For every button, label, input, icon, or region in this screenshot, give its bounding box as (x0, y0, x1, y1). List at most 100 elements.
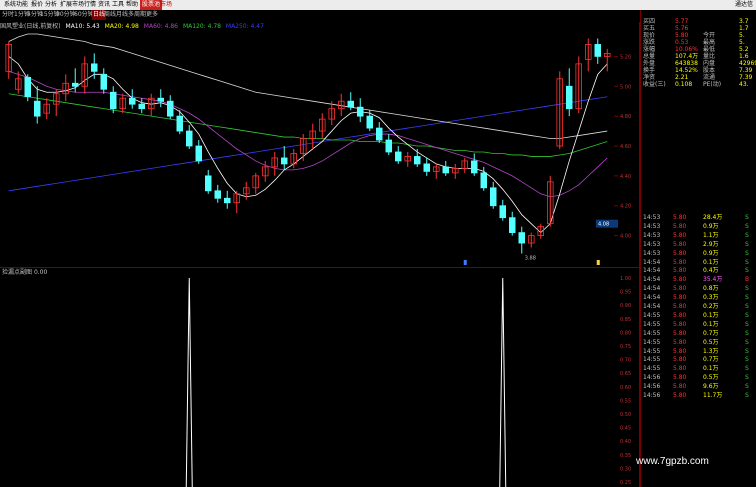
quote-value-2: 43. (739, 81, 749, 88)
candle[interactable] (195, 145, 202, 162)
candle[interactable] (394, 151, 402, 162)
candle[interactable] (594, 44, 602, 57)
ma60-label: MA120: 4.78 (182, 23, 221, 30)
candle[interactable] (347, 100, 354, 108)
tick-time: 14:54 (643, 276, 661, 284)
tick-price: 5.80 (673, 214, 687, 221)
candle[interactable] (157, 97, 164, 102)
quote-value: 5.76 (675, 25, 689, 32)
candle[interactable] (110, 91, 117, 110)
quote-value: 0.53 (675, 39, 689, 46)
event-marker[interactable] (596, 260, 600, 265)
quote-row: 外盘 643838 内盘 42969 (641, 60, 756, 67)
quote-row: 涨跌 0.53 最高 5. (641, 39, 756, 46)
candle[interactable] (423, 163, 430, 172)
period-tab-5[interactable]: 60分钟 (74, 10, 94, 20)
quote-value: 643838 (675, 60, 698, 67)
candle[interactable] (442, 166, 449, 174)
tick-flag: S (745, 338, 749, 346)
tick-row: 14:54 5.80 0.4万 S (641, 267, 756, 275)
candle[interactable] (214, 190, 221, 199)
candle[interactable] (24, 76, 31, 98)
candle[interactable] (489, 187, 497, 207)
tick-time: 14:55 (643, 320, 661, 328)
candle[interactable] (499, 205, 506, 219)
tick-volume: 0.9万 (703, 222, 719, 230)
event-marker[interactable] (463, 260, 467, 265)
candle[interactable] (223, 197, 231, 204)
tick-volume: 9.6万 (703, 383, 719, 391)
candle[interactable] (34, 100, 41, 117)
candle[interactable] (385, 139, 392, 153)
menu-item-0[interactable]: 系统 (4, 0, 16, 10)
period-tab-8[interactable]: 月线 (116, 10, 128, 20)
candle[interactable] (185, 130, 193, 147)
tick-time: 14:53 (643, 249, 661, 257)
candle[interactable] (518, 232, 526, 244)
candle[interactable] (366, 115, 373, 129)
period-tab-0[interactable]: 分时 (2, 10, 14, 20)
tick-time: 14:55 (643, 365, 661, 373)
menu-item-3[interactable]: 分析 (45, 0, 57, 10)
tick-row: 14:53 5.80 2.9万 S (641, 241, 756, 249)
candle[interactable] (100, 73, 108, 90)
candle[interactable] (72, 82, 79, 87)
menu-item-2[interactable]: 报价 (31, 0, 43, 10)
tick-flag: S (745, 285, 749, 293)
sub-y-tick-label: 0.75 (620, 344, 631, 350)
tick-row: 14:55 5.80 0.1万 S (641, 312, 756, 320)
sub-indicator-chart[interactable]: 1.00 0.95 0.90 0.85 0.80 0.75 0.70 0.65 0.60 0.55… (0, 268, 640, 487)
candle[interactable] (280, 157, 288, 165)
quote-label: 涨幅 (643, 46, 656, 53)
tick-volume: 0.3万 (703, 294, 719, 302)
tick-row: 14:56 5.80 11.7万 S (641, 392, 756, 400)
tick-row: 14:54 5.80 0.8万 S (641, 285, 756, 293)
menu-item-1[interactable]: 功能 (16, 0, 28, 10)
candle[interactable] (356, 106, 364, 117)
quote-value-2: 7.39 (739, 67, 753, 74)
tick-row: 14:54 5.80 0.3万 S (641, 294, 756, 302)
tick-price: 5.80 (673, 311, 687, 319)
sub-y-tick-label: 0.55 (620, 398, 631, 404)
sub-y-tick-label: 0.90 (620, 303, 631, 309)
period-tab-10[interactable]: 更多 (146, 10, 158, 20)
period-tab-4[interactable]: 30分钟 (56, 10, 76, 20)
menu-item-7[interactable]: 帮助 (126, 0, 138, 10)
candle[interactable] (480, 172, 487, 189)
candlestick-chart[interactable]: 5.20 5.00 4.80 4.60 4.40 4.20 4.00 4.08 3.88 (0, 22, 640, 268)
candle[interactable] (413, 156, 421, 165)
tick-row: 14:54 5.80 0.1万 S (641, 259, 756, 267)
tick-price: 5.80 (673, 374, 687, 382)
candle[interactable] (470, 160, 478, 174)
tick-row: 14:54 5.80 0.2万 S (641, 303, 756, 311)
candle[interactable] (566, 85, 573, 110)
menu-item-9[interactable]: 市场 (160, 0, 172, 10)
quote-label-2: 最低 (703, 46, 716, 53)
tick-time: 14:53 (643, 222, 661, 230)
quote-value: 10.06% (675, 46, 698, 53)
tick-flag: B (745, 276, 750, 284)
candle[interactable] (128, 97, 136, 105)
menu-item-5[interactable]: 资讯 (98, 0, 110, 10)
tick-row: 14:55 5.80 0.7万 S (641, 356, 756, 364)
menu-item-4[interactable]: 扩展市场行情 (60, 0, 96, 10)
candle[interactable] (176, 115, 183, 132)
candle[interactable] (375, 127, 383, 141)
menu-item-8[interactable]: 股票池 (140, 0, 163, 10)
period-tab-7[interactable]: 周线 (104, 10, 116, 20)
candle[interactable] (508, 217, 516, 234)
quote-row: 净资 2.21 流通 7.39 (641, 74, 756, 81)
period-tab-9[interactable]: 多周期 (128, 10, 146, 20)
tick-time: 14:54 (643, 285, 661, 293)
candle[interactable] (166, 100, 174, 117)
sub-y-tick-label: 1.00 (620, 276, 631, 282)
menu-item-6[interactable]: 工具 (112, 0, 124, 10)
tick-volume: 1.3万 (703, 347, 719, 355)
tick-volume: 0.1万 (703, 311, 719, 319)
tick-volume: 0.9万 (703, 249, 719, 257)
signal-spike (185, 277, 193, 487)
quote-label: 买五 (643, 25, 656, 32)
candle[interactable] (204, 175, 212, 192)
candle[interactable] (91, 63, 98, 72)
candle[interactable] (138, 103, 145, 110)
